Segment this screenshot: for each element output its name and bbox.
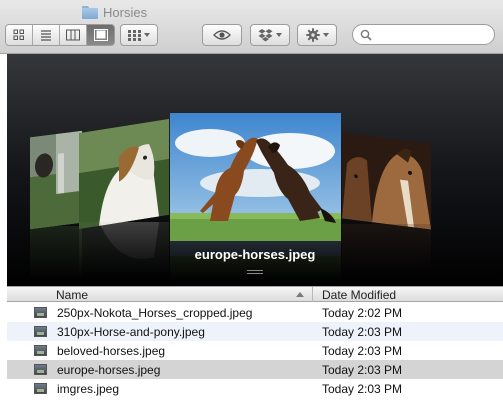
column-view-button[interactable] xyxy=(60,25,87,45)
dropbox-icon xyxy=(258,28,273,41)
window-title: Horsies xyxy=(82,3,147,21)
column-divider[interactable] xyxy=(312,287,313,302)
file-row[interactable]: 310px-Horse-and-pony.jpeg Today 2:03 PM xyxy=(7,322,503,341)
arrange-grid-icon xyxy=(128,29,141,41)
file-name: 310px-Horse-and-pony.jpeg xyxy=(57,325,205,339)
file-name: europe-horses.jpeg xyxy=(57,363,161,377)
file-row[interactable]: 250px-Nokota_Horses_cropped.jpeg Today 2… xyxy=(7,303,503,322)
coverflow-icon xyxy=(93,29,108,41)
file-list: 250px-Nokota_Horses_cropped.jpeg Today 2… xyxy=(7,303,503,398)
cover-image-left[interactable] xyxy=(79,118,169,230)
column-header-date-modified[interactable]: Date Modified xyxy=(322,288,396,302)
file-row-selected[interactable]: europe-horses.jpeg Today 2:03 PM xyxy=(7,360,503,379)
cover-flow-view-button[interactable] xyxy=(87,25,114,45)
cover-image-right[interactable] xyxy=(342,132,431,230)
file-row[interactable]: imgres.jpeg Today 2:03 PM xyxy=(7,379,503,398)
chevron-down-icon xyxy=(276,33,282,37)
jpeg-file-icon xyxy=(34,307,47,318)
cover-image-center[interactable] xyxy=(170,113,341,241)
gear-icon xyxy=(305,28,320,42)
file-name: beloved-horses.jpeg xyxy=(57,344,166,358)
cover-flow: europe-horses.jpeg xyxy=(7,54,503,286)
file-date: Today 2:03 PM xyxy=(322,344,403,358)
sort-ascending-icon xyxy=(296,292,304,297)
view-switcher xyxy=(5,24,115,46)
jpeg-file-icon xyxy=(34,326,47,337)
file-row[interactable]: beloved-horses.jpeg Today 2:03 PM xyxy=(7,341,503,360)
jpeg-file-icon xyxy=(34,364,47,375)
chevron-down-icon xyxy=(144,33,150,37)
quick-look-button[interactable] xyxy=(202,24,242,46)
icon-grid-icon xyxy=(13,29,24,40)
resize-grip-icon[interactable] xyxy=(247,270,263,276)
columns-icon xyxy=(66,29,80,41)
action-button[interactable] xyxy=(297,24,337,46)
file-date: Today 2:03 PM xyxy=(322,325,403,339)
search-field[interactable] xyxy=(352,24,495,45)
cover-image-left-far[interactable] xyxy=(30,130,82,230)
file-date: Today 2:02 PM xyxy=(322,306,403,320)
list-header: Name Date Modified xyxy=(7,286,503,302)
file-name: 250px-Nokota_Horses_cropped.jpeg xyxy=(57,306,253,320)
jpeg-file-icon xyxy=(34,383,47,394)
cover-caption: europe-horses.jpeg xyxy=(194,247,316,262)
list-view-button[interactable] xyxy=(33,25,60,45)
jpeg-file-icon xyxy=(34,345,47,356)
dropbox-button[interactable] xyxy=(250,24,290,46)
search-icon xyxy=(360,29,372,41)
window-title-text: Horsies xyxy=(103,4,148,20)
file-name: imgres.jpeg xyxy=(57,382,120,396)
file-date: Today 2:03 PM xyxy=(322,382,403,396)
search-input[interactable] xyxy=(377,27,487,42)
chevron-down-icon xyxy=(322,33,329,37)
column-header-name[interactable]: Name xyxy=(56,288,88,302)
toolbar: Horsies xyxy=(0,0,503,54)
icon-view-button[interactable] xyxy=(6,25,33,45)
folder-icon xyxy=(82,5,98,19)
list-lines-icon xyxy=(41,30,51,41)
arrange-button[interactable] xyxy=(120,24,158,46)
eye-icon xyxy=(213,30,231,40)
file-date: Today 2:03 PM xyxy=(322,363,403,377)
